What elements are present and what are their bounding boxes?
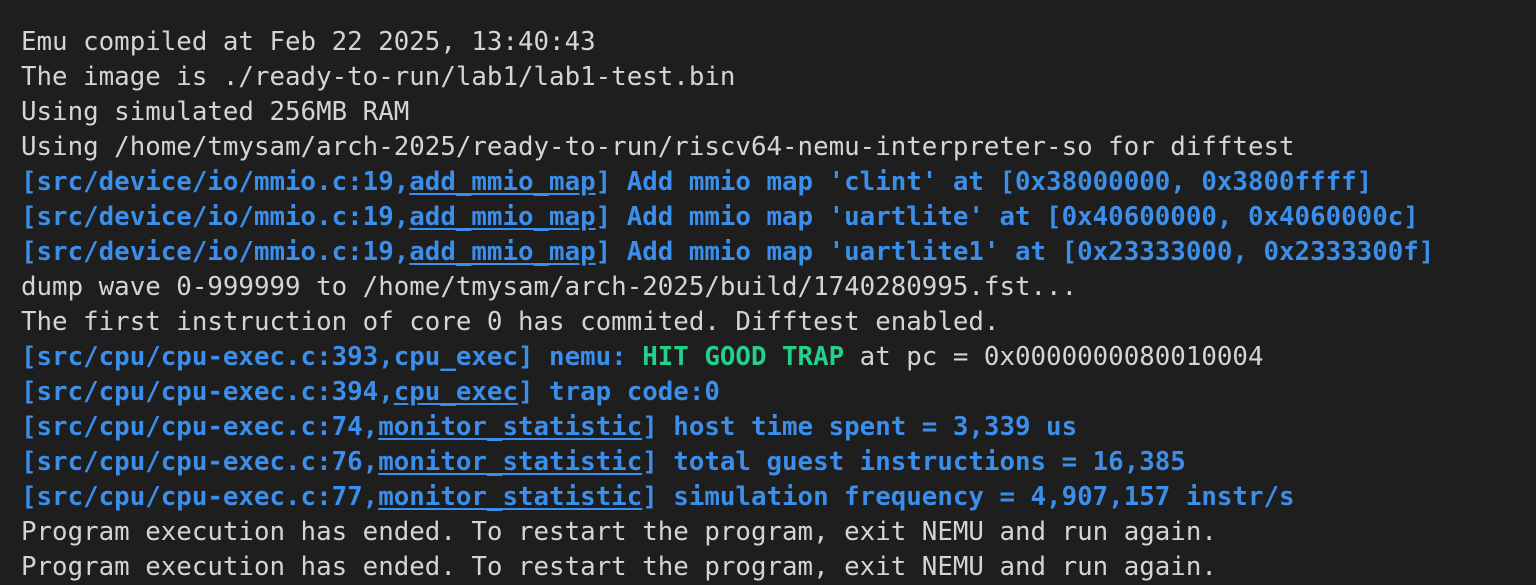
terminal-line: [src/device/io/mmio.c:19,add_mmio_map] A…	[21, 235, 1536, 270]
terminal-text-segment: ] Add mmio map 'uartlite' at [0x40600000…	[595, 202, 1419, 232]
terminal-line: [src/cpu/cpu-exec.c:393,cpu_exec] nemu: …	[21, 340, 1536, 375]
terminal-text-segment: monitor_statistic	[378, 447, 643, 477]
terminal-text-segment: ] total guest instructions = 16,385	[642, 447, 1186, 477]
terminal-line: Using simulated 256MB RAM	[21, 95, 1536, 130]
terminal-line: Program execution has ended. To restart …	[21, 550, 1536, 585]
terminal-text-segment: [src/device/io/mmio.c:19,	[21, 202, 410, 232]
terminal-line: [src/cpu/cpu-exec.c:394,cpu_exec] trap c…	[21, 375, 1536, 410]
terminal-line: dump wave 0-999999 to /home/tmysam/arch-…	[21, 270, 1536, 305]
terminal-line: [src/device/io/mmio.c:19,add_mmio_map] A…	[21, 200, 1536, 235]
terminal-line: Using /home/tmysam/arch-2025/ready-to-ru…	[21, 130, 1536, 165]
terminal-text-segment: add_mmio_map	[409, 237, 596, 267]
terminal-line: Program execution has ended. To restart …	[21, 515, 1536, 550]
terminal-line: Emu compiled at Feb 22 2025, 13:40:43	[21, 25, 1536, 60]
terminal-text-segment: [src/cpu/cpu-exec.c:74,	[21, 412, 379, 442]
terminal-text-segment: [src/cpu/cpu-exec.c:394,	[21, 377, 394, 407]
terminal-line: [src/cpu/cpu-exec.c:77,monitor_statistic…	[21, 480, 1536, 515]
terminal-text-segment: add_mmio_map	[409, 202, 596, 232]
terminal-text-segment: dump wave 0-999999 to /home/tmysam/arch-…	[21, 272, 1078, 302]
terminal-text-segment: Emu compiled at Feb 22 2025, 13:40:43	[21, 27, 596, 57]
terminal-text-segment: monitor_statistic	[378, 482, 643, 512]
terminal-line: [src/device/io/mmio.c:19,add_mmio_map] A…	[21, 165, 1536, 200]
terminal-text-segment: ] Add mmio map 'clint' at [0x38000000, 0…	[595, 167, 1373, 197]
terminal-line: [src/cpu/cpu-exec.c:74,monitor_statistic…	[21, 410, 1536, 445]
terminal-text-segment: [src/cpu/cpu-exec.c:76,	[21, 447, 379, 477]
terminal-text-segment: HIT GOOD TRAP	[642, 342, 845, 372]
terminal-text-segment: add_mmio_map	[409, 167, 596, 197]
terminal-text-segment: [src/device/io/mmio.c:19,	[21, 167, 410, 197]
terminal-text-segment: ] simulation frequency = 4,907,157 instr…	[642, 482, 1295, 512]
terminal-text-segment: at pc = 0x0000000080010004	[844, 342, 1264, 372]
terminal-text-segment: [src/device/io/mmio.c:19,	[21, 237, 410, 267]
terminal-line: The first instruction of core 0 has comm…	[21, 305, 1536, 340]
terminal-line: [src/cpu/cpu-exec.c:76,monitor_statistic…	[21, 445, 1536, 480]
terminal-line: The image is ./ready-to-run/lab1/lab1-te…	[21, 60, 1536, 95]
terminal-text-segment: [src/cpu/cpu-exec.c:393,cpu_exec] nemu:	[21, 342, 643, 372]
terminal-text-segment: The image is ./ready-to-run/lab1/lab1-te…	[21, 62, 736, 92]
terminal-text-segment: Using simulated 256MB RAM	[21, 97, 410, 127]
terminal-text-segment: The first instruction of core 0 has comm…	[21, 307, 1000, 337]
terminal-text-segment: cpu_exec	[393, 377, 518, 407]
terminal-text-segment: monitor_statistic	[378, 412, 643, 442]
terminal-text-segment: ] Add mmio map 'uartlite1' at [0x2333300…	[595, 237, 1435, 267]
terminal-text-segment: Program execution has ended. To restart …	[21, 517, 1217, 547]
terminal-text-segment: ] trap code:0	[518, 377, 720, 407]
terminal-text-segment: ] host time spent = 3,339 us	[642, 412, 1078, 442]
terminal-text-segment: [src/cpu/cpu-exec.c:77,	[21, 482, 379, 512]
terminal-text-segment: Using /home/tmysam/arch-2025/ready-to-ru…	[21, 132, 1295, 162]
terminal-output[interactable]: Emu compiled at Feb 22 2025, 13:40:43 The…	[0, 0, 1536, 585]
terminal-text-segment: Program execution has ended. To restart …	[21, 552, 1217, 582]
